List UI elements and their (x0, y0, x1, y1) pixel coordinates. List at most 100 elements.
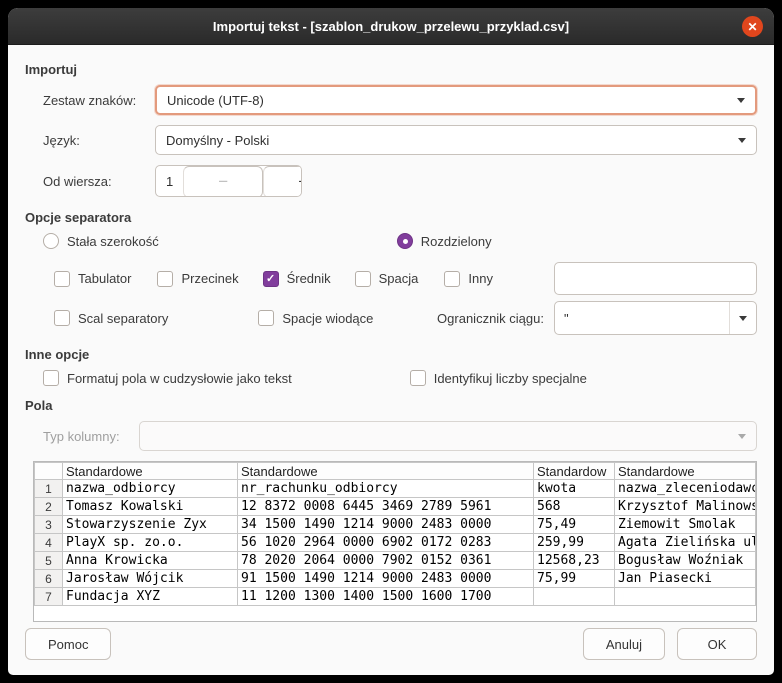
charset-row: Zestaw znaków: Unicode (UTF-8) (25, 85, 757, 115)
checkbox-other[interactable]: Inny (444, 271, 493, 287)
cell[interactable] (615, 588, 756, 606)
cell[interactable]: 259,99 (534, 534, 615, 552)
other-delimiter-input[interactable] (554, 262, 757, 295)
cell[interactable]: Stowarzyszenie Zyx (63, 516, 238, 534)
cell[interactable]: Tomasz Kowalski (63, 498, 238, 516)
dropdown-button[interactable] (729, 302, 756, 334)
fixed-width-label: Stała szerokość (67, 234, 159, 249)
cell[interactable]: Ziemowit Smolak (615, 516, 756, 534)
minus-icon[interactable]: − (183, 166, 263, 197)
table-row[interactable]: 2 Tomasz Kowalski 12 8372 0008 6445 3469… (35, 498, 756, 516)
cell[interactable]: 91 1500 1490 1214 9000 2483 0000 (238, 570, 534, 588)
cell[interactable]: PlayX sp. zo.o. (63, 534, 238, 552)
checkbox-special-numbers[interactable]: Identyfikuj liczby specjalne (410, 370, 587, 386)
checkbox-on-icon: ✓ (263, 271, 279, 287)
cell[interactable]: Krzysztof Malinows (615, 498, 756, 516)
table-header-row: Standardowe Standardowe Standardow Stand… (35, 463, 756, 480)
delimiter-checkbox-row: Tabulator Przecinek ✓ Średnik Spacja Inn… (25, 262, 757, 295)
table-row[interactable]: 3 Stowarzyszenie Zyx 34 1500 1490 1214 9… (35, 516, 756, 534)
comma-label: Przecinek (181, 271, 238, 286)
cell[interactable]: 34 1500 1490 1214 9000 2483 0000 (238, 516, 534, 534)
cell[interactable]: 78 2020 2064 0000 7902 0152 0361 (238, 552, 534, 570)
cell[interactable]: nazwa_zleceniodawc (615, 480, 756, 498)
radio-on-icon (397, 233, 413, 249)
checkbox-space[interactable]: Spacja (355, 271, 419, 287)
checkbox-off-icon (43, 370, 59, 386)
string-delimiter-select[interactable]: " (554, 301, 757, 335)
cell[interactable]: Jan Piasecki (615, 570, 756, 588)
cancel-button[interactable]: Anuluj (583, 628, 665, 660)
cell[interactable]: 12568,23 (534, 552, 615, 570)
cell[interactable]: 11 1200 1300 1400 1500 1600 1700 (238, 588, 534, 606)
charset-label: Zestaw znaków: (43, 93, 155, 108)
cell[interactable]: Fundacja XYZ (63, 588, 238, 606)
cell[interactable]: nr_rachunku_odbiorcy (238, 480, 534, 498)
column-header[interactable]: Standardowe (63, 463, 238, 480)
from-row-stepper[interactable]: 1 − + (155, 165, 302, 197)
language-value: Domyślny - Polski (166, 133, 738, 148)
section-import-heading: Importuj (25, 62, 757, 77)
cell[interactable]: Jarosław Wójcik (63, 570, 238, 588)
checkbox-trim-spaces[interactable]: Spacje wiodące (258, 310, 373, 326)
cell[interactable]: kwota (534, 480, 615, 498)
cell[interactable]: Bogusław Woźniak (615, 552, 756, 570)
string-delimiter-value: " (555, 302, 729, 334)
merge-label: Scal separatory (78, 311, 168, 326)
ok-button[interactable]: OK (677, 628, 757, 660)
table-row[interactable]: 5 Anna Krowicka 78 2020 2064 0000 7902 0… (35, 552, 756, 570)
column-type-select (139, 421, 757, 451)
checkbox-quoted-as-text[interactable]: Formatuj pola w cudzysłowie jako tekst (43, 370, 292, 386)
titlebar[interactable]: Importuj tekst - [szablon_drukow_przelew… (8, 8, 774, 45)
leading-spaces-label: Spacje wiodące (282, 311, 373, 326)
column-header[interactable]: Standardowe (238, 463, 534, 480)
checkbox-off-icon (54, 271, 70, 287)
column-header[interactable]: Standardowe (615, 463, 756, 480)
table-row[interactable]: 4 PlayX sp. zo.o. 56 1020 2964 0000 6902… (35, 534, 756, 552)
checkbox-semicolon[interactable]: ✓ Średnik (263, 271, 331, 287)
charset-value: Unicode (UTF-8) (167, 93, 737, 108)
cell[interactable]: 12 8372 0008 6445 3469 2789 5961 (238, 498, 534, 516)
from-row-value[interactable]: 1 (156, 166, 183, 196)
language-row: Język: Domyślny - Polski (25, 125, 757, 155)
row-number: 1 (35, 480, 63, 498)
dialog-footer: Pomoc Anuluj OK (8, 623, 774, 675)
section-separator-heading: Opcje separatora (25, 210, 757, 225)
cell[interactable]: 568 (534, 498, 615, 516)
cell[interactable]: Anna Krowicka (63, 552, 238, 570)
checkbox-off-icon (258, 310, 274, 326)
column-header[interactable]: Standardow (534, 463, 615, 480)
close-icon[interactable]: ✕ (742, 16, 763, 37)
charset-select[interactable]: Unicode (UTF-8) (155, 85, 757, 115)
section-other-heading: Inne opcje (25, 347, 757, 362)
string-delimiter-label: Ogranicznik ciągu: (437, 311, 544, 326)
language-select[interactable]: Domyślny - Polski (155, 125, 757, 155)
special-numbers-label: Identyfikuj liczby specjalne (434, 371, 587, 386)
separator-mode-row: Stała szerokość Rozdzielony (25, 233, 757, 249)
cell[interactable]: Agata Zielińska ul (615, 534, 756, 552)
dialog-content: Importuj Zestaw znaków: Unicode (UTF-8) … (8, 45, 774, 623)
separator-extra-row: Scal separatory Spacje wiodące Ograniczn… (25, 301, 757, 335)
checkbox-merge-delimiters[interactable]: Scal separatory (54, 310, 168, 326)
corner-cell (35, 463, 63, 480)
cell[interactable]: 75,49 (534, 516, 615, 534)
preview-table[interactable]: Standardowe Standardowe Standardow Stand… (33, 461, 757, 622)
table-row[interactable]: 1 nazwa_odbiorcy nr_rachunku_odbiorcy kw… (35, 480, 756, 498)
checkbox-comma[interactable]: Przecinek (157, 271, 238, 287)
table-row[interactable]: 7 Fundacja XYZ 11 1200 1300 1400 1500 16… (35, 588, 756, 606)
chevron-down-icon (738, 138, 746, 143)
language-label: Język: (43, 133, 155, 148)
other-options-row: Formatuj pola w cudzysłowie jako tekst I… (25, 370, 757, 386)
help-button[interactable]: Pomoc (25, 628, 111, 660)
checkbox-tab[interactable]: Tabulator (54, 271, 131, 287)
radio-delimited[interactable]: Rozdzielony (397, 233, 492, 249)
semicolon-label: Średnik (287, 271, 331, 286)
table-row[interactable]: 6 Jarosław Wójcik 91 1500 1490 1214 9000… (35, 570, 756, 588)
cell[interactable]: 75,99 (534, 570, 615, 588)
radio-fixed-width[interactable]: Stała szerokość (43, 233, 159, 249)
import-text-dialog: Importuj tekst - [szablon_drukow_przelew… (8, 8, 774, 675)
row-number: 2 (35, 498, 63, 516)
cell[interactable]: 56 1020 2964 0000 6902 0172 0283 (238, 534, 534, 552)
plus-icon[interactable]: + (263, 166, 302, 197)
cell[interactable] (534, 588, 615, 606)
cell[interactable]: nazwa_odbiorcy (63, 480, 238, 498)
